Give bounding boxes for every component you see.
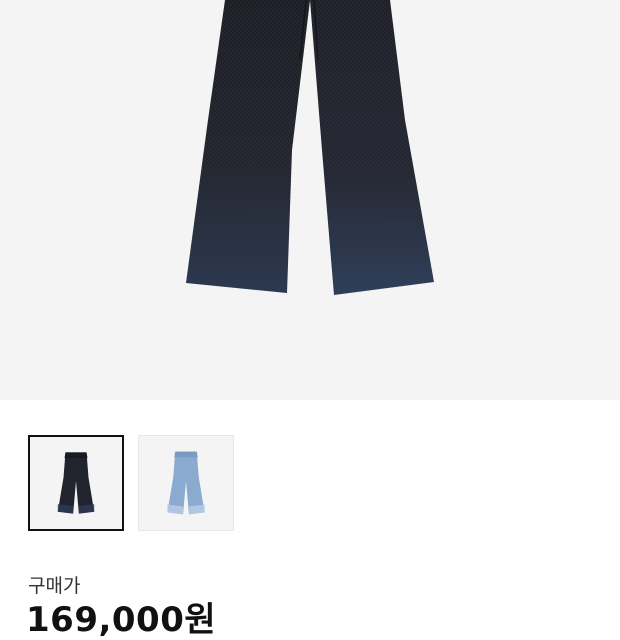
price-label: 구매가 [28,575,81,597]
dark-denim-jeans-image [186,0,434,295]
thumbnail-strip [28,435,234,531]
price-value: 169,000원 [26,600,217,640]
thumbnail-dark-denim[interactable] [28,435,124,531]
product-main-image [0,0,620,400]
light-denim-jeans-thumbnail-icon [167,451,205,515]
dark-denim-jeans-thumbnail-icon [57,452,95,514]
thumbnail-light-denim[interactable] [138,435,234,531]
